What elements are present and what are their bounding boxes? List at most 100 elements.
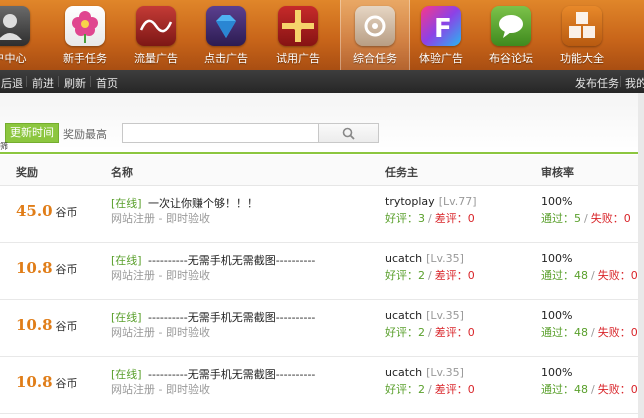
- good-review-count: 2: [418, 269, 425, 282]
- fail-count: 0: [630, 383, 638, 396]
- task-owner[interactable]: ucatch [Lv.35]: [385, 252, 464, 265]
- bad-review-count: 0: [467, 212, 475, 225]
- filter-bar: 更新时间 奖励最高 筛: [0, 93, 644, 154]
- nav-item-trial-ads[interactable]: 试用广告: [264, 0, 332, 70]
- divider: [58, 76, 59, 87]
- fail-label: 失败：: [597, 326, 631, 339]
- pass-label: 通过：: [541, 269, 574, 282]
- search-icon: [342, 127, 355, 140]
- chat-icon: [491, 6, 531, 46]
- fail-count: 0: [630, 326, 638, 339]
- pass-fail-counts: 通过：48/失败：0: [541, 267, 638, 283]
- task-title-link[interactable]: 一次让你赚个够！！！: [148, 195, 258, 211]
- good-review-label: 好评：: [385, 269, 418, 282]
- pass-label: 通过：: [541, 212, 574, 225]
- owner-name[interactable]: ucatch: [385, 252, 422, 265]
- nav-label: 户中心: [0, 52, 27, 65]
- separator: /: [428, 212, 432, 225]
- good-review-label: 好评：: [385, 383, 418, 396]
- pass-label: 通过：: [541, 326, 574, 339]
- reward-unit: 谷币: [55, 377, 78, 390]
- letter-f-icon: F: [421, 6, 461, 46]
- back-link[interactable]: 后退: [1, 75, 23, 91]
- separator: /: [591, 383, 595, 396]
- good-review-label: 好评：: [385, 212, 418, 225]
- nav-item-bugu-forum[interactable]: 布谷论坛: [477, 0, 545, 70]
- header-reward: 奖励: [16, 166, 38, 179]
- reward-value: 10.8: [16, 259, 53, 277]
- diamond-icon: [206, 6, 246, 46]
- reward-amount: 10.8 谷币: [16, 373, 78, 391]
- approval-rate: 100%: [541, 309, 573, 322]
- approval-rate: 100%: [541, 366, 573, 379]
- search-input[interactable]: [122, 123, 320, 143]
- pass-fail-counts: 通过：5/失败：0: [541, 210, 631, 226]
- truncated-label: 筛: [0, 142, 8, 151]
- nav-item-newbie-task[interactable]: 新手任务: [51, 0, 119, 70]
- reward-amount: 10.8 谷币: [16, 259, 78, 277]
- refresh-link[interactable]: 刷新: [64, 75, 86, 91]
- reward-amount: 45.0 谷币: [16, 202, 78, 220]
- nav-label: 点击广告: [204, 52, 248, 65]
- nav-item-experience-ads[interactable]: F 体验广告: [407, 0, 475, 70]
- nav-label: 体验广告: [419, 52, 463, 65]
- separator: /: [584, 212, 588, 225]
- reward-unit: 谷币: [55, 263, 78, 276]
- divider: [620, 76, 621, 87]
- nav-item-click-ads[interactable]: 点击广告: [192, 0, 260, 70]
- task-owner[interactable]: ucatch [Lv.35]: [385, 366, 464, 379]
- nav-label: 试用广告: [276, 52, 320, 65]
- my-link[interactable]: 我的: [625, 75, 644, 91]
- nav-item-all-features[interactable]: 功能大全: [548, 0, 616, 70]
- pass-count: 48: [574, 383, 588, 396]
- owner-name[interactable]: ucatch: [385, 309, 422, 322]
- task-title-link[interactable]: ----------无需手机无需截图----------: [148, 252, 315, 268]
- header-name: 名称: [111, 166, 133, 179]
- table-row[interactable]: 10.8 谷币 [在线] ----------无需手机无需截图----------…: [0, 357, 644, 414]
- approval-rate: 100%: [541, 195, 573, 208]
- reward-value: 10.8: [16, 373, 53, 391]
- task-meta: 网站注册 - 即时验收: [111, 326, 210, 339]
- good-review-count: 2: [418, 383, 425, 396]
- nav-label: 流量广告: [134, 52, 178, 65]
- home-link[interactable]: 首页: [96, 75, 118, 91]
- fail-count: 0: [630, 269, 638, 282]
- sort-by-update-time-button[interactable]: 更新时间: [5, 123, 59, 143]
- status-badge: [在线]: [111, 368, 142, 381]
- separator: /: [428, 383, 432, 396]
- task-title-link[interactable]: ----------无需手机无需截图----------: [148, 309, 315, 325]
- cubes-icon: [562, 6, 602, 46]
- publish-task-link[interactable]: 发布任务: [575, 75, 619, 91]
- owner-name[interactable]: ucatch: [385, 366, 422, 379]
- fail-label: 失败：: [597, 383, 631, 396]
- owner-name[interactable]: trytoplay: [385, 195, 435, 208]
- review-counts: 好评：2/差评：0: [385, 267, 475, 283]
- table-row[interactable]: 10.8 谷币 [在线] ----------无需手机无需截图----------…: [0, 300, 644, 357]
- table-row[interactable]: 45.0 谷币 [在线] 一次让你赚个够！！！ 网站注册 - 即时验收 tryto…: [0, 186, 644, 243]
- good-review-count: 2: [418, 326, 425, 339]
- table-row[interactable]: 10.8 谷币 [在线] ----------无需手机无需截图----------…: [0, 243, 644, 300]
- task-owner[interactable]: ucatch [Lv.35]: [385, 309, 464, 322]
- forward-link[interactable]: 前进: [32, 75, 54, 91]
- header-owner: 任务主: [385, 166, 418, 179]
- separator: /: [591, 269, 595, 282]
- nav-label: 功能大全: [560, 52, 604, 65]
- review-counts: 好评：2/差评：0: [385, 381, 475, 397]
- nav-item-traffic-ads[interactable]: 流量广告: [122, 0, 190, 70]
- nav-item-general-task[interactable]: 综合任务: [340, 0, 410, 70]
- sort-by-reward-button[interactable]: 奖励最高: [63, 126, 107, 142]
- bad-review-count: 0: [467, 326, 475, 339]
- task-title-link[interactable]: ----------无需手机无需截图----------: [148, 366, 315, 382]
- user-icon: [0, 6, 30, 46]
- pass-count: 48: [574, 326, 588, 339]
- bad-review-label: 差评：: [434, 326, 468, 339]
- pass-count: 48: [574, 269, 588, 282]
- good-review-count: 3: [418, 212, 425, 225]
- nav-item-user-center[interactable]: 户中心: [0, 0, 44, 70]
- reward-amount: 10.8 谷币: [16, 316, 78, 334]
- task-owner[interactable]: trytoplay [Lv.77]: [385, 195, 477, 208]
- scrollbar-track[interactable]: [638, 93, 644, 418]
- pass-label: 通过：: [541, 383, 574, 396]
- search-button[interactable]: [318, 123, 379, 143]
- svg-text:F: F: [434, 14, 452, 44]
